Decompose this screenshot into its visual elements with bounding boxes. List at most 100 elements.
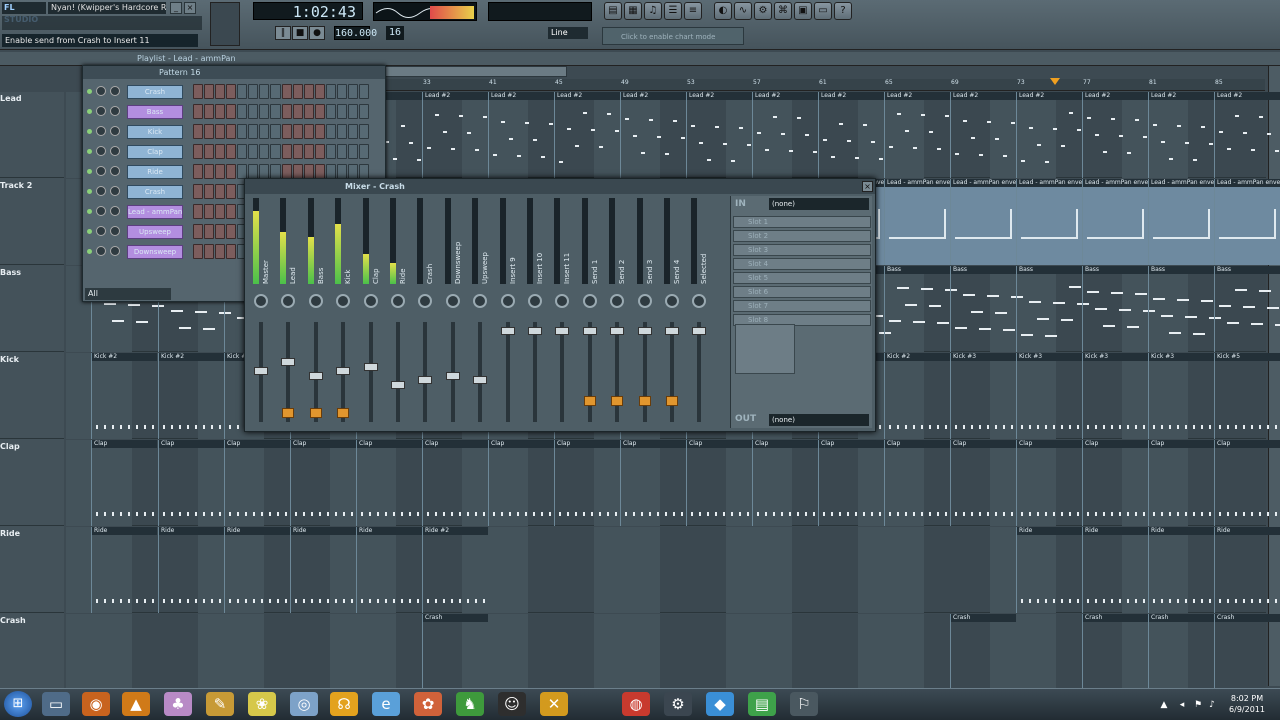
step-button[interactable] (292, 84, 303, 99)
pan-knob[interactable] (96, 86, 106, 96)
mixer-strip[interactable]: Insert 11 (550, 196, 574, 428)
snap-selector[interactable]: Line (548, 27, 588, 39)
step-button[interactable] (270, 144, 281, 159)
volume-knob[interactable] (110, 226, 120, 236)
channel-row[interactable]: Clap (87, 143, 383, 161)
eq-display[interactable] (735, 324, 795, 374)
step-button[interactable] (336, 84, 347, 99)
volume-knob[interactable] (110, 146, 120, 156)
step-button[interactable] (193, 84, 204, 99)
step-button[interactable] (347, 124, 358, 139)
fader-track[interactable] (560, 322, 565, 422)
pattern-clip[interactable]: Kick #3 (1082, 353, 1148, 439)
volume-knob[interactable] (110, 206, 120, 216)
step-button[interactable] (303, 164, 314, 179)
step-button[interactable] (259, 144, 270, 159)
pattern-clip[interactable]: Ride (91, 527, 157, 613)
step-button[interactable] (215, 184, 226, 199)
channel-led-icon[interactable] (87, 209, 92, 214)
step-button[interactable] (259, 124, 270, 139)
pattern-clip[interactable]: Ride #2 (422, 527, 488, 613)
step-button[interactable] (325, 124, 336, 139)
notepad-icon[interactable]: ✎ (206, 692, 234, 716)
pan-knob[interactable] (528, 294, 542, 308)
pattern-clip[interactable]: Clap (1082, 440, 1148, 526)
minimize-icon[interactable]: _ (170, 2, 182, 14)
pattern-clip[interactable]: Clap (356, 440, 422, 526)
fx-slot[interactable]: Slot 4 (733, 258, 871, 270)
step-sequence[interactable] (193, 104, 369, 120)
step-button[interactable] (226, 244, 237, 259)
pan-knob[interactable] (96, 186, 106, 196)
explorer-icon[interactable]: ▭ (42, 692, 70, 716)
pattern-clip[interactable]: Clap (91, 440, 157, 526)
pattern-clip[interactable]: Clap (1148, 440, 1214, 526)
pattern-clip[interactable]: Clap (620, 440, 686, 526)
pattern-clip[interactable]: Lead - ammPan envelope (1148, 179, 1214, 265)
channel-name-button[interactable]: Lead - ammPan (127, 205, 183, 219)
mixer-strip[interactable]: Upsweep (468, 196, 492, 428)
pan-knob[interactable] (610, 294, 625, 308)
step-button[interactable] (215, 224, 226, 239)
step-sequence[interactable] (193, 84, 369, 100)
pattern-clip[interactable]: Bass (1082, 266, 1155, 352)
step-button[interactable] (193, 244, 204, 259)
pattern-clip[interactable]: Clap (686, 440, 752, 526)
chrome-icon[interactable]: ◍ (622, 692, 650, 716)
volume-fader[interactable] (363, 362, 378, 371)
output-select[interactable]: (none) (769, 414, 869, 426)
channel-led-icon[interactable] (87, 109, 92, 114)
master-volume-slider[interactable] (210, 2, 240, 46)
step-button[interactable] (259, 84, 270, 99)
pattern-clip[interactable]: Bass (950, 266, 1023, 352)
media-icon[interactable]: ◎ (290, 692, 318, 716)
volume-fader[interactable] (445, 371, 460, 380)
steam-icon[interactable]: ⚙ (664, 692, 692, 716)
send-route-button[interactable] (638, 396, 651, 406)
pattern-clip[interactable]: Ride (1082, 527, 1148, 613)
pattern-clip[interactable]: Lead #2 (554, 92, 620, 178)
timeline-ruler[interactable]: 33 41 45 49 53 57 61 65 69 73 77 81 85 (385, 79, 1265, 91)
pattern-clip[interactable]: Lead #2 (422, 92, 488, 178)
step-button[interactable] (193, 184, 204, 199)
pan-knob[interactable] (391, 294, 405, 308)
step-button[interactable] (204, 124, 215, 139)
spreadsheet-icon[interactable]: ▤ (748, 692, 776, 716)
channel-name-button[interactable]: Clap (127, 145, 183, 159)
pattern-clip[interactable]: Lead #2 (1214, 92, 1280, 178)
pattern-clip[interactable]: Ride (1214, 527, 1280, 613)
step-button[interactable] (237, 164, 248, 179)
pattern-clip[interactable]: Kick #3 (950, 353, 1016, 439)
step-button[interactable] (193, 204, 204, 219)
channel-name-button[interactable]: Crash (127, 85, 183, 99)
pattern-clip[interactable]: Lead #2 (1082, 92, 1148, 178)
fader-track[interactable] (396, 322, 400, 422)
step-button[interactable] (204, 164, 215, 179)
firefox-icon[interactable]: ◉ (82, 692, 110, 716)
fader-track[interactable] (423, 322, 428, 422)
pan-knob[interactable] (336, 294, 351, 308)
volume-fader[interactable] (582, 326, 597, 335)
volume-fader[interactable] (336, 367, 351, 375)
channel-led-icon[interactable] (87, 149, 92, 154)
track-label[interactable]: Lead (0, 92, 64, 178)
step-button[interactable] (204, 84, 215, 99)
step-button[interactable] (358, 144, 369, 159)
fader-track[interactable] (286, 322, 291, 422)
step-button[interactable] (226, 84, 237, 99)
step-button[interactable] (314, 124, 325, 139)
step-button[interactable] (270, 104, 281, 119)
channel-name-button[interactable]: Ride (127, 165, 183, 179)
track-label[interactable]: Clap (0, 440, 64, 526)
volume-fader[interactable] (555, 326, 570, 335)
pattern-clip[interactable]: Kick #3 (1016, 353, 1082, 439)
pattern-clip[interactable]: Ride (158, 527, 224, 613)
fader-track[interactable] (533, 322, 537, 422)
playhead-marker[interactable] (1050, 78, 1060, 85)
pattern-clip[interactable]: Lead #2 (620, 92, 686, 178)
tray-arrow-icon[interactable]: ▲ (1158, 699, 1170, 711)
mixer-strip[interactable]: Insert 9 (496, 196, 520, 428)
pan-knob[interactable] (96, 146, 106, 156)
pan-knob[interactable] (363, 294, 378, 308)
track-label[interactable]: Track 2 (0, 179, 64, 265)
